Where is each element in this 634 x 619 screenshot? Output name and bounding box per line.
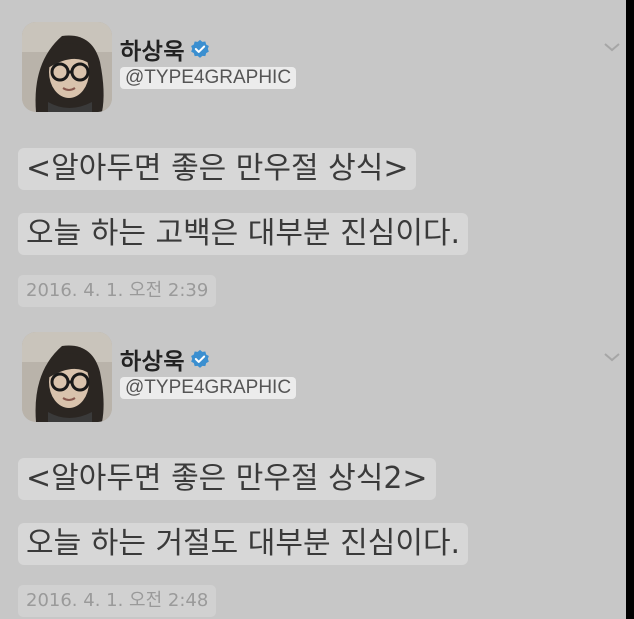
tweet-timestamp[interactable]: 2016. 4. 1. 오전 2:48: [18, 585, 217, 617]
verified-badge-icon: [191, 39, 209, 58]
avatar-photo: [22, 22, 112, 112]
author-name[interactable]: 하상욱: [120, 32, 185, 66]
author-name-row[interactable]: 하상욱: [120, 33, 210, 65]
avatar[interactable]: [22, 332, 112, 422]
chevron-down-icon[interactable]: [602, 40, 622, 54]
tweet-text-line: <알아두면 좋은 만우절 상식>: [18, 148, 417, 190]
author-name[interactable]: 하상욱: [120, 342, 185, 376]
screen-edge: [626, 0, 634, 619]
verified-badge-icon: [191, 349, 209, 368]
avatar[interactable]: [22, 22, 112, 112]
chevron-down-icon[interactable]: [602, 350, 622, 364]
avatar-photo: [22, 332, 112, 422]
tweet-text-line: 오늘 하는 거절도 대부분 진심이다.: [18, 523, 469, 565]
author-handle[interactable]: @TYPE4GRAPHIC: [120, 377, 297, 399]
author-name-row[interactable]: 하상욱: [120, 343, 210, 375]
author-handle[interactable]: @TYPE4GRAPHIC: [120, 67, 297, 89]
tweet-timestamp[interactable]: 2016. 4. 1. 오전 2:39: [18, 275, 217, 307]
tweet-text-line: 오늘 하는 고백은 대부분 진심이다.: [18, 213, 469, 255]
tweet-text-line: <알아두면 좋은 만우절 상식2>: [18, 458, 436, 500]
